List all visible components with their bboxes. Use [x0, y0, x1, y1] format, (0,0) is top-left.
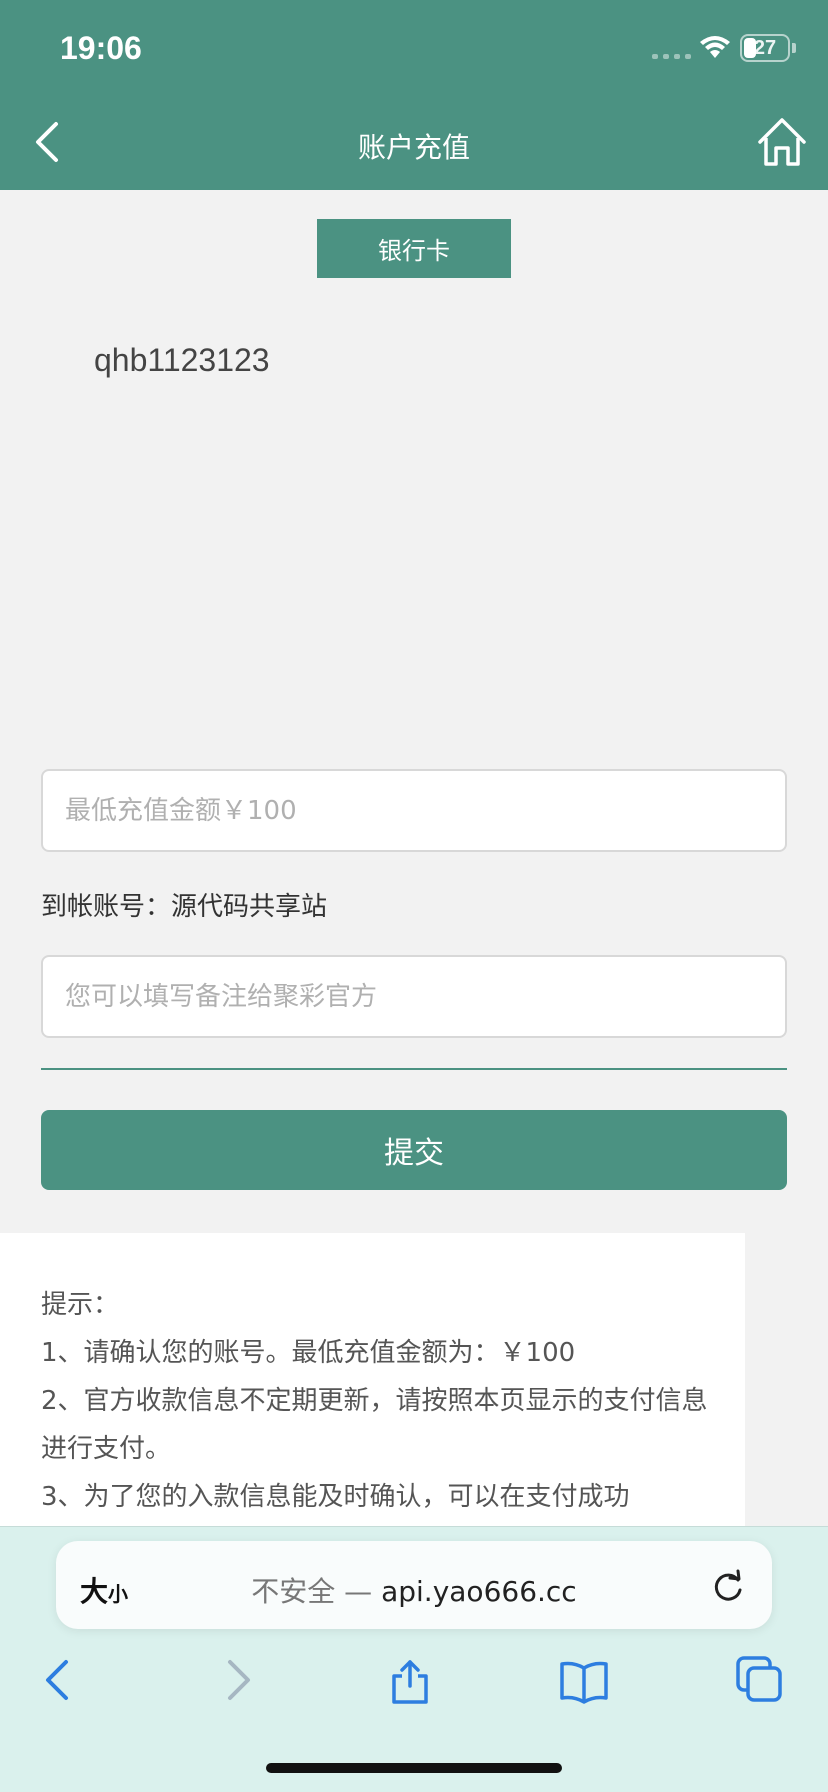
tabs-icon[interactable] — [734, 1654, 786, 1706]
insecure-label: 不安全 — — [251, 1575, 382, 1608]
submit-button[interactable]: 提交 — [41, 1110, 787, 1190]
safari-back-icon[interactable] — [34, 1654, 86, 1706]
divider — [41, 1068, 787, 1070]
home-indicator — [266, 1763, 562, 1773]
account-id: qhb1123123 — [94, 342, 270, 378]
battery-cap — [792, 43, 796, 53]
battery-level: 27 — [753, 36, 777, 59]
safari-forward-icon[interactable] — [210, 1654, 262, 1706]
url-domain: api.yao666.cc — [381, 1575, 577, 1608]
tips-panel: 提示： 1、请确认您的账号。最低充值金额为：￥100 2、官方收款信息不定期更新… — [0, 1233, 745, 1533]
tip-item: 3、为了您的入款信息能及时确认，可以在支付成功 — [41, 1482, 630, 1512]
receive-account-label: 到帐账号： — [41, 892, 172, 922]
page-title: 账户充值 — [357, 131, 470, 164]
tip-item: 1、请确认您的账号。最低充值金额为：￥100 — [41, 1338, 576, 1368]
bookmarks-icon[interactable] — [558, 1654, 610, 1706]
home-icon[interactable] — [756, 116, 808, 168]
receive-account-value: 源代码共享站 — [171, 892, 328, 922]
tab-bank-card[interactable]: 银行卡 — [317, 219, 511, 278]
url-display[interactable]: 不安全 — api.yao666.cc — [0, 1570, 828, 1610]
amount-input[interactable] — [41, 769, 787, 852]
wifi-icon — [700, 36, 730, 58]
tips-title: 提示： — [41, 1290, 120, 1320]
receive-account-row: 到帐账号： 源代码共享站 — [41, 886, 327, 923]
reload-icon[interactable] — [708, 1568, 748, 1608]
status-time: 19:06 — [60, 30, 142, 66]
cellular-signal-icon — [652, 54, 691, 59]
remark-input[interactable] — [41, 955, 787, 1038]
share-icon[interactable] — [384, 1654, 436, 1706]
battery-icon: 27 — [740, 34, 790, 62]
tip-item: 2、官方收款信息不定期更新，请按照本页显示的支付信息进行支付。 — [41, 1386, 708, 1464]
